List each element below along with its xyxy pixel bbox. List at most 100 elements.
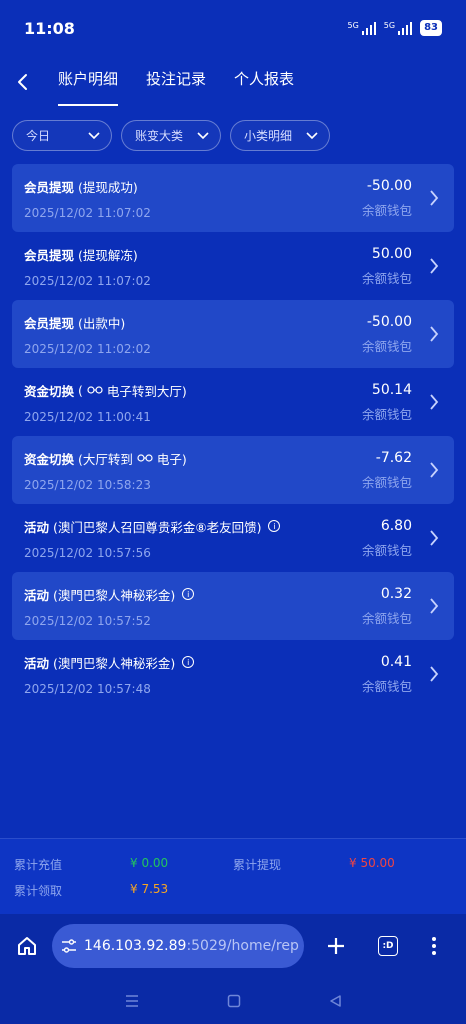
chevron-down-icon <box>306 131 318 139</box>
row-amount: -50.00 <box>366 313 412 330</box>
row-title: 会员提现 <box>24 179 75 195</box>
more-vertical-icon <box>432 937 436 955</box>
row-detail-prefix: ( <box>78 382 83 398</box>
tab-switcher-icon: :D <box>378 936 398 956</box>
top-nav: 账户明细 投注记录 个人报表 <box>0 56 466 108</box>
row-detail: (提现解冻) <box>78 247 138 263</box>
list-item[interactable]: 活动 (澳门巴黎人召回尊贵彩金⑧老友回馈) i 2025/12/02 10:57… <box>12 504 454 572</box>
browser-menu-button[interactable] <box>414 936 454 956</box>
signal-label: 5G <box>347 21 359 30</box>
withdraw-total-label: 累计提现 <box>233 857 282 872</box>
row-amount: 50.14 <box>371 381 412 398</box>
url-path: :5029/home/rep <box>186 938 299 954</box>
chevron-right-icon <box>430 666 439 682</box>
filter-category-label: 账变大类 <box>135 129 184 143</box>
info-icon[interactable]: i <box>268 520 281 532</box>
tab-bet-records[interactable]: 投注记录 <box>132 56 220 108</box>
info-icon[interactable]: i <box>182 656 195 668</box>
row-title: 资金切换 <box>24 383 75 399</box>
filter-date[interactable]: 今日 <box>12 120 112 151</box>
signal-icon: 5G <box>347 21 376 35</box>
list-item[interactable]: 会员提现 (提现解冻) 2025/12/02 11:07:02 50.00 余额钱… <box>12 232 454 300</box>
back-button[interactable] <box>0 60 44 104</box>
row-detail: (出款中) <box>78 315 126 331</box>
row-amount: 0.32 <box>380 585 412 602</box>
row-title: 活动 <box>24 587 50 603</box>
row-title: 资金切换 <box>24 451 75 467</box>
chevron-right-icon <box>430 530 439 546</box>
back-triangle-icon[interactable] <box>328 994 342 1008</box>
row-wallet: 余额钱包 <box>361 338 412 354</box>
chevron-down-icon <box>88 131 100 139</box>
new-tab-button[interactable] <box>310 936 362 956</box>
filter-subcategory-label: 小类明细 <box>244 129 293 143</box>
row-title: 会员提现 <box>24 315 75 331</box>
row-time: 2025/12/02 10:58:23 <box>24 477 151 492</box>
filter-subcategory[interactable]: 小类明细 <box>230 120 330 151</box>
row-time: 2025/12/02 11:07:02 <box>24 273 151 288</box>
row-detail: (澳门巴黎人召回尊贵彩金⑧老友回馈) <box>53 519 262 535</box>
plus-icon <box>328 938 344 954</box>
transaction-list: 会员提现 (提现成功) 2025/12/02 11:07:02 -50.00 余额… <box>12 164 454 708</box>
status-bar: 11:08 5G 5G 83 <box>0 0 466 56</box>
home-button[interactable] <box>10 935 44 957</box>
row-detail-suffix: 电子) <box>156 451 187 467</box>
row-wallet: 余额钱包 <box>361 678 412 694</box>
row-detail-prefix: (大厅转到 <box>78 451 133 467</box>
row-time: 2025/12/02 10:57:48 <box>24 681 151 696</box>
glasses-icon <box>137 454 153 462</box>
row-time: 2025/12/02 10:57:52 <box>24 613 151 628</box>
row-title: 会员提现 <box>24 247 75 263</box>
filter-category[interactable]: 账变大类 <box>121 120 221 151</box>
filter-date-label: 今日 <box>26 129 51 143</box>
list-item[interactable]: 资金切换 ( 电子转到大厅) 2025/12/02 11:00:41 50.14… <box>12 368 454 436</box>
summary-panel: 累计充值 ¥ 0.00 累计提现 ¥ 50.00 累计领取 ¥ 7.53 <box>0 838 466 914</box>
row-time: 2025/12/02 10:57:56 <box>24 545 151 560</box>
list-item[interactable]: 资金切换 (大厅转到 电子) 2025/12/02 10:58:23 -7.62… <box>12 436 454 504</box>
tab-account-details[interactable]: 账户明细 <box>44 56 132 108</box>
list-item[interactable]: 会员提现 (出款中) 2025/12/02 11:02:02 -50.00 余额钱… <box>12 300 454 368</box>
menu-icon[interactable] <box>124 994 140 1008</box>
signal-icon-2: 5G <box>384 21 413 35</box>
info-icon[interactable]: i <box>182 588 195 600</box>
browser-toolbar: 146.103.92.89:5029/home/rep :D <box>0 914 466 978</box>
site-settings-icon[interactable] <box>60 937 78 955</box>
chevron-right-icon <box>430 598 439 614</box>
chevron-down-icon <box>197 131 209 139</box>
tab-personal-report[interactable]: 个人报表 <box>220 56 308 108</box>
list-item[interactable]: 会员提现 (提现成功) 2025/12/02 11:07:02 -50.00 余额… <box>12 164 454 232</box>
row-amount: -50.00 <box>366 177 412 194</box>
row-title: 活动 <box>24 519 50 535</box>
chevron-right-icon <box>430 326 439 342</box>
tab-switcher-button[interactable]: :D <box>362 936 414 956</box>
status-icons: 5G 5G 83 <box>347 20 442 36</box>
row-detail-suffix: 电子转到大厅) <box>106 383 187 399</box>
battery-icon: 83 <box>420 20 442 36</box>
row-wallet: 余额钱包 <box>361 406 412 422</box>
row-detail: (澳門巴黎人神秘彩金) <box>53 587 176 603</box>
chevron-right-icon <box>430 462 439 478</box>
row-time: 2025/12/02 11:02:02 <box>24 341 151 356</box>
row-time: 2025/12/02 11:07:02 <box>24 205 151 220</box>
row-wallet: 余额钱包 <box>361 542 412 558</box>
row-wallet: 余额钱包 <box>361 270 412 286</box>
url-field[interactable]: 146.103.92.89:5029/home/rep <box>52 924 304 968</box>
claim-total-value: ¥ 7.53 <box>130 881 169 896</box>
chevron-right-icon <box>430 190 439 206</box>
row-amount: 6.80 <box>380 517 412 534</box>
withdraw-total-value: ¥ 50.00 <box>349 855 395 870</box>
row-wallet: 余额钱包 <box>361 202 412 218</box>
system-nav-bar <box>0 978 466 1024</box>
row-detail: (提现成功) <box>78 179 138 195</box>
list-item[interactable]: 活动 (澳門巴黎人神秘彩金) i 2025/12/02 10:57:52 0.3… <box>12 572 454 640</box>
row-wallet: 余额钱包 <box>361 474 412 490</box>
home-icon <box>18 937 36 955</box>
deposit-total-label: 累计充值 <box>14 857 63 872</box>
row-amount: 0.41 <box>380 653 412 670</box>
row-wallet: 余额钱包 <box>361 610 412 626</box>
filter-bar: 今日 账变大类 小类明细 <box>12 120 330 151</box>
row-amount: 50.00 <box>371 245 412 262</box>
home-square-icon[interactable] <box>227 994 241 1008</box>
list-item[interactable]: 活动 (澳門巴黎人神秘彩金) i 2025/12/02 10:57:48 0.4… <box>12 640 454 708</box>
row-detail: (澳門巴黎人神秘彩金) <box>53 655 176 671</box>
